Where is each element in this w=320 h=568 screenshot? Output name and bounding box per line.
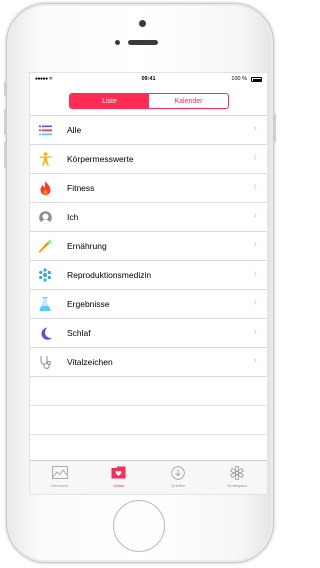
list-item-label: Körpermesswerte: [67, 154, 134, 164]
list-item-label: Ich: [67, 212, 79, 222]
list-item-schlaf[interactable]: Schlaf ›: [30, 319, 267, 348]
list-icon: [38, 123, 52, 137]
segment-liste[interactable]: Liste: [70, 94, 149, 108]
list-item-ich[interactable]: Ich ›: [30, 203, 267, 232]
tab-daten[interactable]: Daten: [89, 461, 148, 494]
mute-switch: [4, 82, 6, 96]
list-item-fitness[interactable]: Fitness ›: [30, 174, 267, 203]
list-item-label: Vitalzeichen: [67, 357, 113, 367]
list-item-label: Reproduktionsmedizin: [67, 270, 152, 280]
tab-label: Übersicht: [51, 483, 69, 488]
list-item-label: Schlaf: [67, 328, 91, 338]
person-icon: [38, 210, 52, 224]
list-item-vitalzeichen[interactable]: Vitalzeichen ›: [30, 348, 267, 377]
body-figure-icon: [38, 152, 52, 166]
view-segmented-control: Liste Kalender: [69, 93, 229, 109]
asterisk-icon: [208, 466, 267, 480]
tab-label: Notfallpass: [227, 483, 248, 488]
chevron-right-icon: ›: [253, 326, 257, 337]
list-item-label: Fitness: [67, 183, 95, 193]
flask-icon: [38, 297, 52, 311]
chevron-right-icon: ›: [253, 210, 257, 221]
tab-quellen[interactable]: Quellen: [149, 461, 208, 494]
tab-label: Daten: [113, 483, 125, 488]
battery-percent: 100 %: [231, 76, 247, 82]
tab-uebersicht[interactable]: Übersicht: [30, 461, 89, 494]
moon-icon: [38, 326, 52, 340]
empty-row: [30, 406, 267, 435]
tab-bar: Übersicht Daten Quellen Notfallpass: [30, 460, 267, 494]
list-item-alle[interactable]: Alle ›: [30, 116, 267, 145]
chevron-right-icon: ›: [253, 239, 257, 250]
snowflake-icon: [38, 268, 52, 282]
volume-down-button: [4, 142, 6, 168]
folder-heart-icon: [89, 466, 148, 480]
download-icon: [149, 466, 208, 480]
proximity-sensor: [115, 40, 120, 45]
battery-icon: [251, 77, 262, 82]
earpiece-speaker: [128, 40, 158, 45]
carrot-icon: [38, 239, 52, 253]
list-item-ernaehrung[interactable]: Ernährung ›: [30, 232, 267, 261]
tab-label: Quellen: [171, 483, 186, 488]
list-item-reproduktionsmedizin[interactable]: Reproduktionsmedizin ›: [30, 261, 267, 290]
power-button: [274, 114, 276, 142]
list-item-ergebnisse[interactable]: Ergebnisse ›: [30, 290, 267, 319]
chevron-right-icon: ›: [253, 297, 257, 308]
chevron-right-icon: ›: [253, 181, 257, 192]
empty-row: [30, 377, 267, 406]
segment-kalender[interactable]: Kalender: [149, 94, 228, 108]
flame-icon: [38, 181, 52, 195]
home-button[interactable]: [113, 500, 165, 552]
list-item-label: Ernährung: [67, 241, 107, 251]
chevron-right-icon: ›: [253, 355, 257, 366]
phone-screen: ●●●●● ᯤ 09:41 100 % Liste Kalender Alle …: [29, 72, 268, 495]
list-item-koerpermesswerte[interactable]: Körpermesswerte ›: [30, 145, 267, 174]
stethoscope-icon: [38, 355, 52, 369]
list-item-label: Alle: [67, 125, 82, 135]
tab-notfallpass[interactable]: Notfallpass: [208, 461, 267, 494]
front-camera: [139, 20, 146, 27]
chart-icon: [30, 466, 89, 480]
chevron-right-icon: ›: [253, 123, 257, 134]
chevron-right-icon: ›: [253, 152, 257, 163]
category-list: Alle › Körpermesswerte › Fitness › Ich ›…: [30, 116, 267, 464]
status-bar: ●●●●● ᯤ 09:41 100 %: [30, 73, 267, 86]
volume-up-button: [4, 109, 6, 135]
list-item-label: Ergebnisse: [67, 299, 110, 309]
chevron-right-icon: ›: [253, 268, 257, 279]
